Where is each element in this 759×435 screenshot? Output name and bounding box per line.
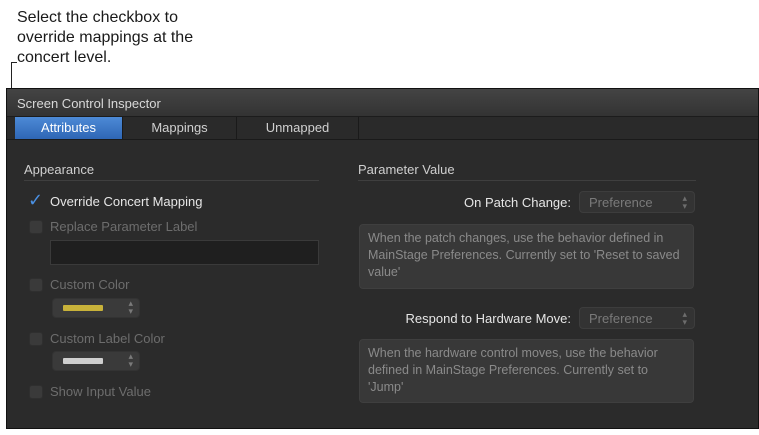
inspector-titlebar: Screen Control Inspector	[7, 89, 758, 117]
appearance-divider	[24, 180, 319, 181]
custom-color-popup[interactable]: ▴ ▾	[52, 298, 140, 318]
tab-attributes[interactable]: Attributes	[15, 117, 123, 139]
up-down-arrows-icon: ▴ ▾	[128, 299, 133, 317]
on-patch-change-popup[interactable]: Preference ▴ ▾	[579, 191, 695, 213]
appearance-section-title: Appearance	[24, 162, 95, 177]
custom-label-color-checkbox[interactable]	[29, 332, 43, 346]
override-concert-mapping-checkbox[interactable]: ✓	[28, 190, 43, 211]
hardware-move-description: When the hardware control moves, use the…	[359, 339, 694, 403]
on-patch-change-description: When the patch changes, use the behavior…	[359, 224, 694, 289]
custom-label-color-swatch	[63, 358, 103, 364]
parameter-value-section-title: Parameter Value	[358, 162, 455, 177]
inspector-title: Screen Control Inspector	[17, 96, 161, 111]
on-patch-change-value: Preference	[589, 195, 653, 210]
callout-annotation: Select the checkbox to override mappings…	[17, 9, 194, 66]
tab-mappings[interactable]: Mappings	[123, 117, 237, 139]
up-down-arrows-icon: ▴ ▾	[682, 310, 687, 328]
hardware-move-popup[interactable]: Preference ▴ ▾	[579, 307, 695, 329]
custom-color-swatch	[63, 305, 103, 311]
checkmark-icon: ✓	[28, 190, 44, 211]
hardware-move-value: Preference	[589, 311, 653, 326]
override-concert-mapping-label: Override Concert Mapping	[50, 194, 203, 209]
parameter-label-field[interactable]	[50, 240, 319, 265]
custom-color-checkbox[interactable]	[29, 278, 43, 292]
tab-unmapped[interactable]: Unmapped	[237, 117, 359, 139]
screen-control-inspector: Screen Control Inspector Attributes Mapp…	[6, 88, 759, 429]
screenshot-stage: Select the checkbox to override mappings…	[0, 0, 759, 435]
show-input-value-checkbox[interactable]	[29, 385, 43, 399]
show-input-value-label: Show Input Value	[50, 384, 151, 399]
hardware-move-label: Respond to Hardware Move:	[405, 311, 571, 326]
replace-parameter-label-checkbox[interactable]	[29, 220, 43, 234]
up-down-arrows-icon: ▴ ▾	[682, 194, 687, 212]
custom-label-color-popup[interactable]: ▴ ▾	[52, 351, 140, 371]
up-down-arrows-icon: ▴ ▾	[128, 352, 133, 370]
tab-bar: Attributes Mappings Unmapped	[7, 117, 758, 140]
replace-parameter-label-label: Replace Parameter Label	[50, 219, 198, 234]
custom-color-label: Custom Color	[50, 277, 130, 292]
on-patch-change-label: On Patch Change:	[464, 195, 571, 210]
parameter-value-divider	[358, 180, 696, 181]
custom-label-color-label: Custom Label Color	[50, 331, 165, 346]
